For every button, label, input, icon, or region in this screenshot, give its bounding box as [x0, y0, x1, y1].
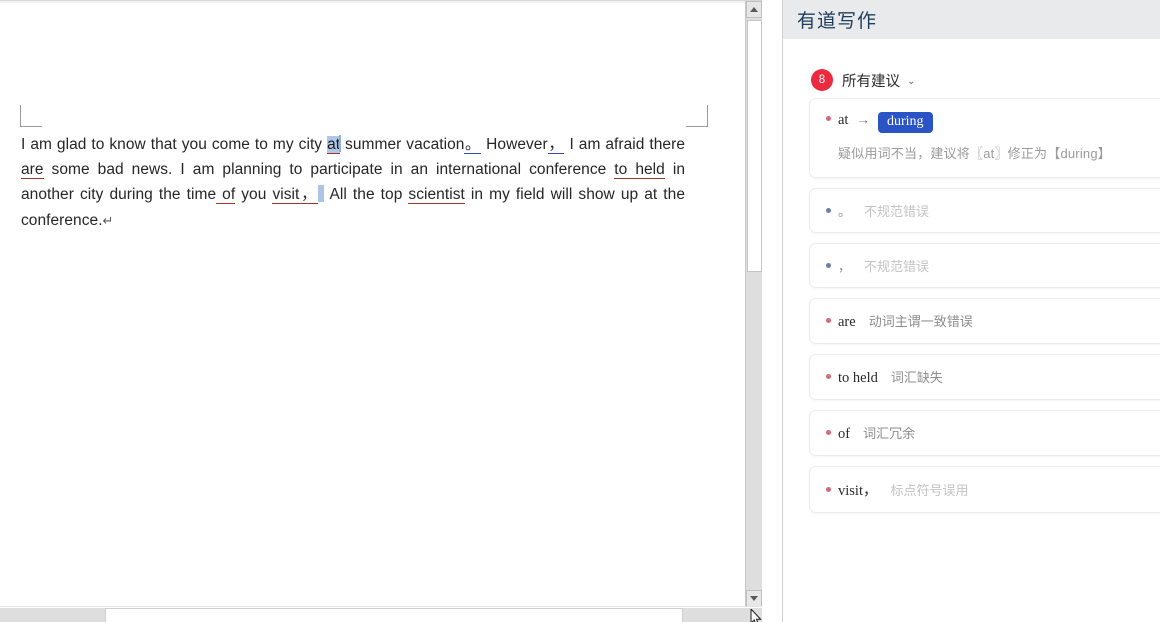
error-punct-period[interactable]: 。 — [464, 136, 481, 154]
suggestion-category: 不规范错误 — [864, 256, 929, 275]
horizontal-scroll-track-left[interactable] — [0, 608, 105, 622]
suggestion-card[interactable]: 。 不规范错误 — [809, 188, 1160, 233]
text-segment: you — [235, 186, 272, 203]
suggestion-card[interactable]: at → during 疑似用词不当，建议将〖at〗修正为【during】 — [809, 98, 1160, 178]
suggestion-term: to held — [838, 370, 878, 387]
error-word-of[interactable]: of — [216, 186, 235, 204]
suggestion-header: are 动词主谓一致错误 — [826, 311, 1160, 331]
suggestion-card[interactable]: ， 不规范错误 — [809, 243, 1160, 288]
suggestion-term: ， — [838, 256, 851, 275]
suggestion-card[interactable]: of 词汇冗余 — [809, 410, 1160, 456]
suggestion-card[interactable]: are 动词主谓一致错误 — [809, 298, 1160, 344]
margin-marker-top-left — [20, 105, 42, 127]
vertical-scrollbar-thumb[interactable] — [747, 20, 762, 272]
error-word-visit-comma[interactable]: visit， — [272, 186, 318, 204]
suggestion-term: of — [838, 426, 850, 443]
document-editor-pane: I am glad to know that you come to my ci… — [0, 0, 762, 622]
bullet-icon — [826, 430, 831, 435]
margin-marker-top-right — [686, 105, 708, 127]
text-segment: some bad news. I am planning to particip… — [44, 161, 615, 178]
panel-header: 有道写作 — [783, 0, 1160, 39]
suggestion-count-badge: 8 — [811, 69, 833, 91]
bullet-icon — [826, 263, 831, 268]
suggestion-description: 疑似用词不当，建议将〖at〗修正为【during】 — [838, 143, 1160, 162]
bullet-icon — [826, 318, 831, 323]
bullet-icon — [826, 374, 831, 379]
suggestion-term: 。 — [838, 201, 851, 220]
triangle-up-icon — [750, 7, 758, 12]
suggestion-term: at — [838, 112, 848, 129]
panel-body: 8 所有建议 ⌄ at → during 疑似用词不当，建议将〖at〗修正为【d… — [789, 39, 1160, 622]
suggestion-category: 词汇冗余 — [863, 423, 915, 442]
suggestion-term: are — [838, 314, 856, 331]
suggestion-header: at → during — [826, 111, 1160, 132]
text-segment: I am glad to know that you come to my ci… — [21, 136, 327, 153]
suggestion-replacement-chip[interactable]: during — [878, 112, 933, 133]
vertical-scrollbar[interactable] — [745, 1, 762, 606]
suggestion-header: ， 不规范错误 — [826, 256, 1160, 275]
bullet-icon — [826, 116, 831, 121]
horizontal-scrollbar-thumb[interactable] — [105, 608, 683, 622]
bullet-icon — [826, 487, 831, 492]
suggestion-card[interactable]: visit， 标点符号误用 — [809, 466, 1160, 513]
triangle-down-icon — [750, 596, 758, 601]
text-segment: However — [481, 136, 547, 153]
filter-label[interactable]: 所有建议 — [842, 70, 900, 91]
text-segment: summer vacation — [340, 136, 464, 153]
panel-title: 有道写作 — [797, 6, 877, 33]
arrow-right-icon: → — [855, 112, 871, 127]
scroll-up-button[interactable] — [746, 1, 762, 18]
error-phrase-to-held[interactable]: to held — [614, 161, 665, 179]
suggestion-category: 词汇缺失 — [891, 367, 943, 386]
text-segment: All the top — [324, 186, 408, 203]
suggestion-header: of 词汇冗余 — [826, 423, 1160, 443]
suggestion-category: 动词主谓一致错误 — [869, 311, 973, 330]
suggestion-header: to held 词汇缺失 — [826, 367, 1160, 387]
chevron-down-icon[interactable]: ⌄ — [907, 76, 915, 87]
suggestion-header: 。 不规范错误 — [826, 201, 1160, 220]
document-canvas[interactable]: I am glad to know that you come to my ci… — [0, 0, 762, 606]
suggestion-category: 标点符号误用 — [890, 480, 968, 499]
bullet-icon — [826, 208, 831, 213]
application-window: I am glad to know that you come to my ci… — [0, 0, 1160, 622]
suggestion-header: visit， 标点符号误用 — [826, 479, 1160, 500]
scroll-down-button[interactable] — [746, 590, 762, 606]
youdao-writing-panel: 有道写作 8 所有建议 ⌄ at → during 疑似用词不当，建议将〖at〗… — [782, 0, 1160, 622]
error-word-scientist[interactable]: scientist — [408, 186, 464, 204]
error-word-are[interactable]: are — [21, 161, 44, 179]
suggestions-list: at → during 疑似用词不当，建议将〖at〗修正为【during】 。 … — [809, 98, 1160, 523]
document-paragraph: I am glad to know that you come to my ci… — [21, 132, 685, 233]
document-text-body[interactable]: I am glad to know that you come to my ci… — [21, 132, 685, 233]
suggestions-filter-row[interactable]: 8 所有建议 ⌄ — [811, 69, 915, 91]
horizontal-scrollbar[interactable] — [0, 606, 762, 622]
mouse-pointer-icon — [750, 609, 762, 622]
document-top-divider — [0, 1, 762, 3]
error-punct-comma[interactable]: ， — [548, 136, 565, 154]
suggestion-term: visit， — [838, 479, 877, 500]
suggestion-category: 不规范错误 — [864, 201, 929, 220]
suggestion-card[interactable]: to held 词汇缺失 — [809, 354, 1160, 400]
paragraph-mark-icon: ↵ — [103, 213, 114, 228]
text-segment: I am afraid there — [564, 136, 685, 153]
